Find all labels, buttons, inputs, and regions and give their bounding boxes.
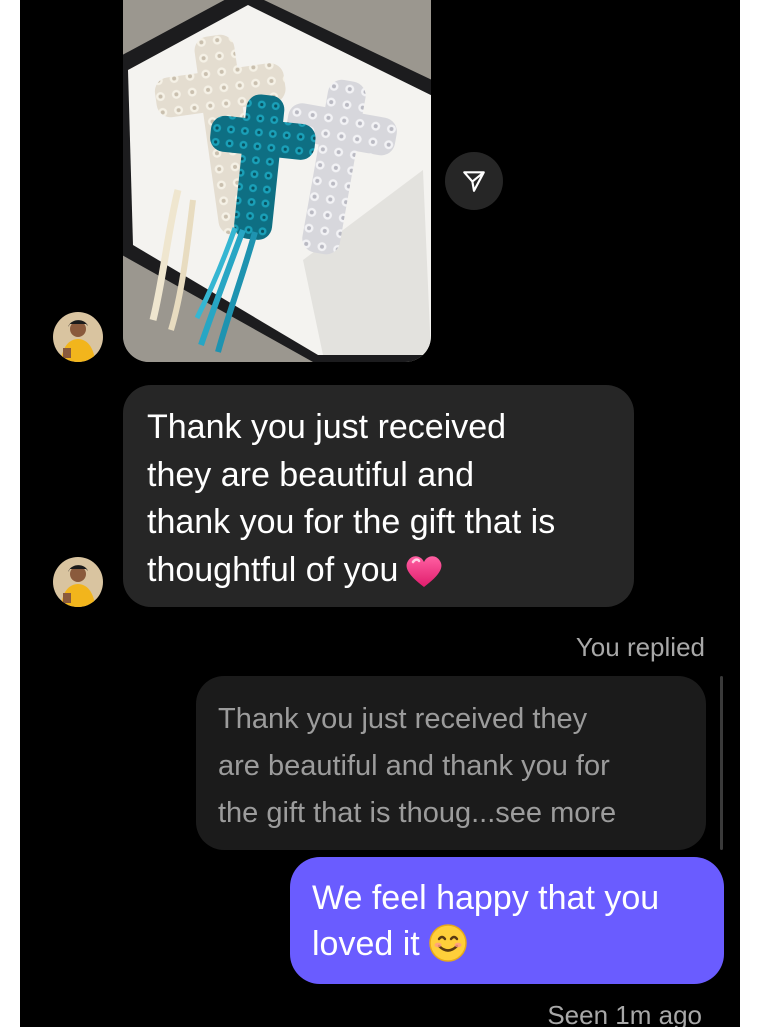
quote-line: Thank you just received they — [218, 703, 588, 735]
profile-photo — [53, 557, 103, 607]
received-message-bubble[interactable]: Thank you just received they are beautif… — [123, 385, 634, 607]
shared-photo[interactable] — [123, 0, 431, 362]
smiling-face-icon — [428, 923, 468, 975]
replied-label: You replied — [575, 632, 705, 662]
quote-line: are beautiful and thank you for — [218, 750, 610, 782]
message-line: Thank you just received — [147, 408, 507, 446]
message-line: they are beautiful and — [147, 455, 475, 494]
heart-icon — [404, 553, 444, 603]
sent-message-bubble[interactable]: We feel happy that you loved it — [290, 857, 724, 984]
message-line-text: thoughtful of you — [147, 550, 399, 589]
message-line: We feel happy that you — [312, 879, 660, 917]
quote-line: the gift that is thoug...see more — [218, 797, 617, 829]
message-line: loved it — [312, 921, 702, 975]
avatar[interactable] — [53, 312, 103, 362]
message-line: thoughtful of you — [147, 547, 610, 603]
message-line-text: loved it — [312, 925, 420, 963]
crochet-crosses-image — [123, 0, 431, 362]
profile-photo — [53, 312, 103, 362]
seen-status: Seen 1m ago — [547, 1000, 702, 1027]
share-button[interactable] — [445, 152, 503, 210]
quoted-reply[interactable]: Thank you just received they are beautif… — [196, 676, 706, 850]
send-icon — [463, 171, 485, 192]
chat-thread: Thank you just received they are beautif… — [20, 0, 740, 1027]
message-line: thank you for the gift that is — [147, 503, 556, 541]
quote-indicator-bar — [720, 676, 723, 850]
avatar[interactable] — [53, 557, 103, 607]
